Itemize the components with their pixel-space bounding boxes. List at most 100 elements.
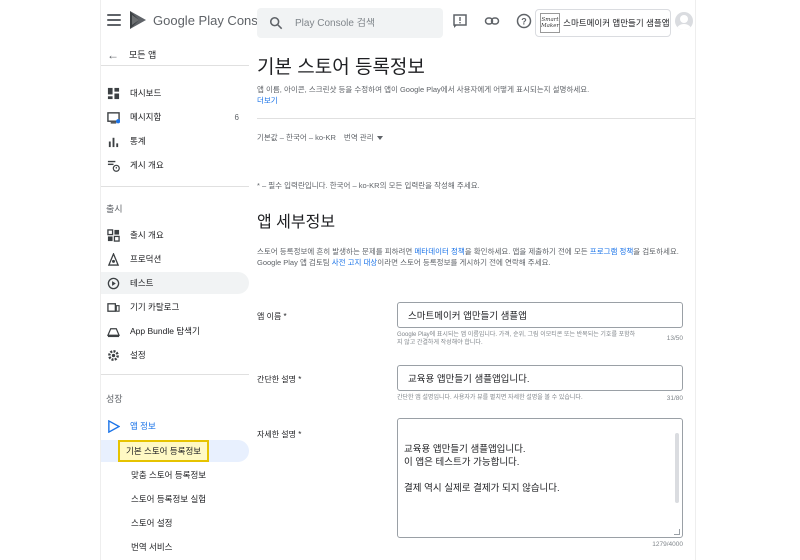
app-name-help: Google Play에 표시되는 앱 이름입니다. 가격, 순위, 그림 이모… xyxy=(397,332,636,346)
sidebar-item-label: 메시지함 xyxy=(130,112,162,122)
locale-row: 기본값 – 한국어 – ko-KR 번역 관리 xyxy=(257,132,383,143)
section-grow-label: 성장 xyxy=(106,394,123,404)
google-play-logo-icon xyxy=(130,11,146,29)
sidebar-subitem-label: 번역 서비스 xyxy=(131,542,173,552)
brand[interactable]: Google Play Console xyxy=(129,10,275,30)
release-overview-icon xyxy=(106,228,120,242)
testing-icon xyxy=(106,276,120,290)
manage-translations-label: 번역 관리 xyxy=(343,133,374,142)
sidebar-subitem-translation-service[interactable]: 번역 서비스 xyxy=(101,536,249,558)
link-icon[interactable] xyxy=(483,12,501,30)
app-bundle-icon xyxy=(106,324,120,338)
menu-icon[interactable] xyxy=(107,13,121,27)
full-description-line: 결제 역시 실제로 결제가 되지 않습니다. xyxy=(404,483,560,494)
avatar[interactable] xyxy=(675,12,693,30)
sidebar-subitem-custom-store-listings[interactable]: 맞춤 스토어 등록정보 xyxy=(101,464,249,486)
section-release-label: 출시 xyxy=(106,204,123,214)
sidebar-item-label: 설정 xyxy=(130,350,146,360)
full-description-field[interactable]: 교육용 앱만들기 샘플앱입니다. 이 앱은 테스트가 가능합니다. 결제 역시 … xyxy=(397,418,683,538)
app-name-field[interactable]: 스마트메이커 앱만들기 샘플앱 xyxy=(397,302,683,328)
sidebar-item-production[interactable]: 프로덕션 xyxy=(101,248,249,270)
search-input[interactable] xyxy=(295,17,435,29)
sidebar-divider xyxy=(101,186,249,187)
play-console-window: Google Play Console ? Smart Maker 스마트메이커… xyxy=(100,0,696,560)
top-bar: Google Play Console ? Smart Maker 스마트메이커… xyxy=(101,0,695,44)
short-description-label: 간단한 설명 * xyxy=(257,375,302,384)
sidebar-item-label: 프로덕션 xyxy=(130,254,162,264)
program-policies-link[interactable]: 프로그램 정책 xyxy=(590,247,633,256)
sidebar-item-label: 기기 카탈로그 xyxy=(130,302,180,312)
full-description-line: 이 앱은 테스트가 가능합니다. xyxy=(404,457,520,468)
sidebar-item-settings[interactable]: 설정 xyxy=(101,344,249,366)
default-locale: 기본값 – 한국어 – ko-KR xyxy=(257,133,336,142)
section-desc-text: 스토어 등록정보에 흔히 발생하는 문제를 피하려면 xyxy=(257,247,415,256)
app-name-label: 앱 이름 * xyxy=(257,312,287,321)
settings-icon xyxy=(106,348,120,362)
short-description-field[interactable]: 교육용 앱만들기 샘플앱입니다. xyxy=(397,365,683,391)
sidebar-item-publishing-overview[interactable]: 게시 개요 xyxy=(101,154,249,176)
top-actions: ? xyxy=(451,12,533,30)
sidebar-item-label: 통계 xyxy=(130,136,146,146)
pre-notification-link[interactable]: 사전 고지 대상 xyxy=(332,258,378,267)
metadata-policy-link[interactable]: 메타데이터 정책 xyxy=(414,247,464,256)
stats-icon xyxy=(106,134,120,148)
section-desc-text: 을 확인하세요. 앱을 제출하기 전에 모든 xyxy=(464,247,590,256)
sidebar-item-inbox[interactable]: 메시지함 6 xyxy=(101,106,249,128)
page-description: 앱 이름, 아이콘, 스크린샷 등을 수정하여 앱이 Google Play에서… xyxy=(257,84,677,106)
section-desc-text: 이라면 스토어 등록정보를 게시하기 전에 연락해 주세요. xyxy=(377,258,551,267)
learn-more-link[interactable]: 더보기 xyxy=(257,96,278,105)
resize-handle[interactable] xyxy=(674,529,680,535)
page-description-text: 앱 이름, 아이콘, 스크린샷 등을 수정하여 앱이 Google Play에서… xyxy=(257,85,590,94)
divider xyxy=(257,118,695,119)
app-thumbnail: Smart Maker xyxy=(540,13,561,33)
production-icon xyxy=(106,252,120,266)
sidebar: ← 모든 앱 대시보드 메시지함 6 통계 게시 개요 출시 출시 개요 프로덕… xyxy=(101,44,249,560)
sidebar-item-label: App Bundle 탐색기 xyxy=(130,326,200,336)
feedback-icon[interactable] xyxy=(451,12,469,30)
dashboard-icon xyxy=(106,86,120,100)
play-store-icon xyxy=(106,419,120,433)
sidebar-item-stats[interactable]: 통계 xyxy=(101,130,249,152)
sidebar-item-dashboard[interactable]: 대시보드 xyxy=(101,82,249,104)
app-name-count: 13/50 xyxy=(666,335,683,342)
manage-translations-button[interactable]: 번역 관리 xyxy=(344,132,383,143)
sidebar-subitem-store-listing-experiments[interactable]: 스토어 등록정보 실험 xyxy=(101,488,249,510)
sidebar-subitem-label: 맞춤 스토어 등록정보 xyxy=(131,470,207,480)
sidebar-item-label: 출시 개요 xyxy=(130,230,164,240)
svg-text:?: ? xyxy=(521,16,527,26)
page-title: 기본 스토어 등록정보 xyxy=(257,57,425,78)
sidebar-item-device-catalog[interactable]: 기기 카탈로그 xyxy=(101,296,249,318)
section-title-app-details: 앱 세부정보 xyxy=(257,214,336,231)
search-icon xyxy=(269,16,283,30)
section-description: 스토어 등록정보에 흔히 발생하는 문제를 피하려면 메타데이터 정책을 확인하… xyxy=(257,246,689,268)
textarea-scrollbar[interactable] xyxy=(675,433,679,503)
inbox-count: 6 xyxy=(234,112,239,122)
required-note: * – 필수 입력란입니다. 한국어 – ko-KR의 모든 입력란을 작성해 … xyxy=(257,181,480,190)
sidebar-item-app-bundle-explorer[interactable]: App Bundle 탐색기 xyxy=(101,320,249,342)
search-bar[interactable] xyxy=(257,8,443,38)
main-content: 기본 스토어 등록정보 앱 이름, 아이콘, 스크린샷 등을 수정하여 앱이 G… xyxy=(257,44,695,560)
sidebar-subitem-label: 스토어 설정 xyxy=(131,518,173,528)
sidebar-subitem-store-settings[interactable]: 스토어 설정 xyxy=(101,512,249,534)
sidebar-item-label: 앱 정보 xyxy=(130,421,156,431)
app-selector[interactable]: Smart Maker 스마트메이커 앱만들기 샘플앱 xyxy=(535,9,671,37)
sidebar-item-store-presence[interactable]: 앱 정보 xyxy=(101,415,249,437)
full-description-count: 1279/4000 xyxy=(652,541,683,548)
app-selector-name: 스마트메이커 앱만들기 샘플앱 xyxy=(563,18,670,28)
sidebar-item-label: 테스트 xyxy=(130,278,154,288)
sidebar-item-label: 대시보드 xyxy=(130,88,162,98)
back-arrow-icon: ← xyxy=(107,47,119,62)
sidebar-item-release-overview[interactable]: 출시 개요 xyxy=(101,224,249,246)
full-description-label: 자세한 설명 * xyxy=(257,430,302,439)
sidebar-item-testing[interactable]: 테스트 xyxy=(101,272,249,294)
sidebar-subitem-main-store-listing[interactable]: 기본 스토어 등록정보 xyxy=(101,440,249,462)
help-icon[interactable]: ? xyxy=(515,12,533,30)
short-description-count: 31/80 xyxy=(666,395,683,402)
back-to-all-apps[interactable]: ← 모든 앱 xyxy=(101,44,249,66)
chevron-down-icon xyxy=(376,135,383,140)
publishing-overview-icon xyxy=(106,158,120,172)
sidebar-item-label: 게시 개요 xyxy=(130,160,164,170)
full-description-line: 교육용 앱만들기 샘플앱입니다. xyxy=(404,444,526,455)
inbox-icon xyxy=(106,110,120,124)
device-catalog-icon xyxy=(106,300,120,314)
